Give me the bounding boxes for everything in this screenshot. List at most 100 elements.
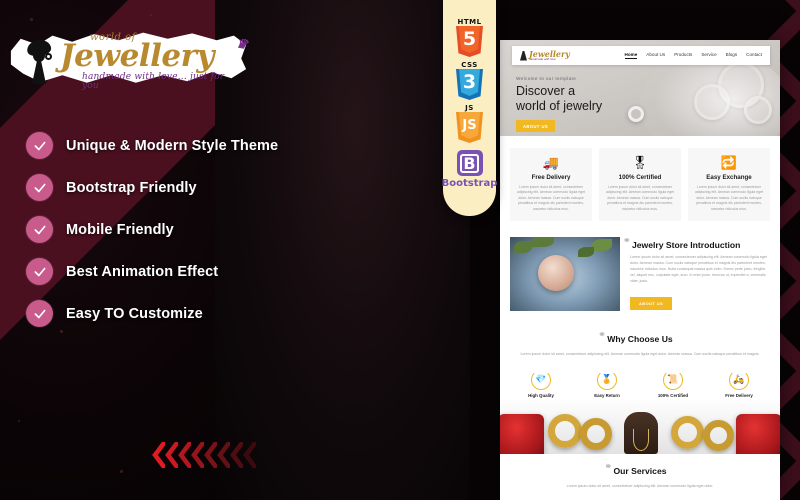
bootstrap-icon: B <box>456 150 483 176</box>
mockup-hero-section: Jewellery handmade with love Home About … <box>500 40 780 136</box>
gem-decor <box>628 106 644 122</box>
card-body: Lorem ipsum dolor sit amet, consectetuer… <box>694 185 764 211</box>
nav-link-blogs[interactable]: Blogs <box>726 52 738 59</box>
card-title: 100% Certified <box>618 174 662 181</box>
lady-silhouette-icon <box>24 38 54 84</box>
nav-link-about-us[interactable]: About Us <box>646 52 665 59</box>
gold-ring-icon <box>580 417 612 450</box>
why-item[interactable]: 💎 High Quality <box>508 369 574 398</box>
brand-logo: world of Jewellery ♛ handmade with love..… <box>6 22 251 98</box>
card-body: Lorem ipsum dolor sit amet, consectetuer… <box>605 185 675 211</box>
css3-badge: CSS 3 <box>456 61 483 100</box>
hero-title: Discover a world of jewelry <box>516 84 602 114</box>
why-body: Lorem ipsum dolor sit amet, consectetuer… <box>520 352 760 357</box>
card-body: Lorem ipsum dolor sit amet, consectetuer… <box>516 185 586 211</box>
diamond-icon: 💎 <box>531 369 551 390</box>
feature-item: Bootstrap Friendly <box>26 174 296 201</box>
certificate-icon: 📜 <box>663 369 683 390</box>
nav-link-products[interactable]: Products <box>674 52 692 59</box>
mockup-intro-section: ⚭ Jewelry Store Introduction Lorem ipsum… <box>500 233 780 325</box>
chevron-left-icon <box>217 442 230 468</box>
card-title: Free Delivery <box>531 174 571 181</box>
sparkle-dot <box>120 470 123 473</box>
jewelry-showcase-strip <box>500 397 780 454</box>
feature-item: Mobile Friendly <box>26 216 296 243</box>
tech-badge-panel: HTML 5 CSS 3 JS JS B Bootstrap <box>441 0 498 216</box>
html5-caption: HTML <box>457 18 482 26</box>
gold-ring-icon <box>703 419 734 451</box>
crown-icon: ♛ <box>234 36 249 53</box>
chevron-left-icon <box>152 442 165 468</box>
exchange-arrows-icon: 🔁 <box>720 155 738 170</box>
delivery-truck-icon: 🚚 <box>542 155 560 170</box>
intro-about-us-button[interactable]: ABOUT US <box>630 296 673 310</box>
sparkle-dot <box>18 420 20 422</box>
feature-item: Easy TO Customize <box>26 300 296 327</box>
why-item[interactable]: 🛵 Free Delivery <box>706 369 772 398</box>
check-icon <box>26 258 53 285</box>
bootstrap-badge: B Bootstrap <box>441 150 498 189</box>
bootstrap-label: Bootstrap <box>441 178 498 189</box>
chevron-left-icon <box>204 442 217 468</box>
check-icon <box>26 174 53 201</box>
intro-body: Lorem ipsum dolor sit amet, consectetuer… <box>630 255 767 283</box>
hero-about-us-button[interactable]: ABOUT US <box>516 120 556 132</box>
mockup-nav-logo[interactable]: Jewellery handmade with love <box>520 50 570 61</box>
sparkle-dot <box>30 18 33 21</box>
sparkle-dot <box>150 14 152 16</box>
certified-badge-icon: 🎖 <box>631 155 649 170</box>
css3-caption: CSS <box>461 61 478 69</box>
html5-badge: HTML 5 <box>456 18 483 57</box>
gold-ring-icon <box>671 415 704 449</box>
website-mockup: Jewellery handmade with love Home About … <box>500 40 780 500</box>
check-icon <box>26 216 53 243</box>
mockup-feature-cards: 🚚 Free Delivery Lorem ipsum dolor sit am… <box>500 136 780 234</box>
nav-link-service[interactable]: Service <box>701 52 716 59</box>
necklace-icon <box>633 428 649 451</box>
ring-ornament-icon: ⚭ <box>598 329 606 340</box>
ring-photo-decor <box>744 96 772 124</box>
feature-list: Unique & Modern Style Theme Bootstrap Fr… <box>26 132 296 342</box>
feature-label: Unique & Modern Style Theme <box>66 137 279 154</box>
hero-title-line-2: world of jewelry <box>516 99 603 113</box>
feature-label: Best Animation Effect <box>66 263 219 280</box>
nav-link-contact[interactable]: Contact <box>746 52 762 59</box>
chevron-left-icon <box>191 442 204 468</box>
lady-silhouette-icon <box>520 50 527 61</box>
chevron-left-icon <box>165 442 178 468</box>
brand-tagline: handmade with love... just for you <box>82 72 225 91</box>
services-body: Lorem ipsum dolor sit amet, consectetuer… <box>566 483 714 488</box>
why-item[interactable]: 📜 100% Certified <box>640 369 706 398</box>
mockup-logo-sub: handmade with love <box>529 57 556 61</box>
gold-ring-icon <box>548 413 582 448</box>
html5-icon: 5 <box>456 26 483 57</box>
why-item[interactable]: 🏅 Easy Return <box>574 369 640 398</box>
mockup-nav-links: Home About Us Products Service Blogs Con… <box>624 52 762 59</box>
ring-box-left-icon <box>500 413 544 454</box>
why-heading: ⚭ Why Choose Us <box>598 329 673 345</box>
feature-label: Mobile Friendly <box>66 221 174 238</box>
feature-card[interactable]: 🔁 Easy Exchange Lorem ipsum dolor sit am… <box>688 148 770 222</box>
chevron-left-icon <box>178 442 191 468</box>
feature-item: Unique & Modern Style Theme <box>26 132 296 159</box>
mockup-navbar[interactable]: Jewellery handmade with love Home About … <box>512 46 770 65</box>
feature-card[interactable]: 🚚 Free Delivery Lorem ipsum dolor sit am… <box>510 148 592 222</box>
ring-ornament-icon: ⚭ <box>604 460 613 471</box>
mockup-hero-copy: Welcome to our template Discover a world… <box>516 76 602 133</box>
services-heading: ⚭ Our Services <box>604 460 667 476</box>
feature-card[interactable]: 🎖 100% Certified Lorem ipsum dolor sit a… <box>599 148 681 222</box>
why-item-row: 💎 High Quality 🏅 Easy Return 📜 100% Cert… <box>500 364 780 398</box>
chevron-left-icon <box>243 442 256 468</box>
ring-box-right-icon <box>736 413 780 454</box>
ring-photo-decor <box>718 62 764 108</box>
nav-link-home[interactable]: Home <box>624 52 638 59</box>
intro-photo <box>510 237 620 312</box>
ring-ornament-icon: ⚭ <box>623 235 631 246</box>
delivery-icon: 🛵 <box>729 369 749 390</box>
chevron-arrows-decor <box>152 442 256 468</box>
card-title: Easy Exchange <box>706 174 752 181</box>
feature-item: Best Animation Effect <box>26 258 296 285</box>
chevron-left-icon <box>230 442 243 468</box>
javascript-caption: JS <box>465 104 474 112</box>
check-icon <box>26 300 53 327</box>
